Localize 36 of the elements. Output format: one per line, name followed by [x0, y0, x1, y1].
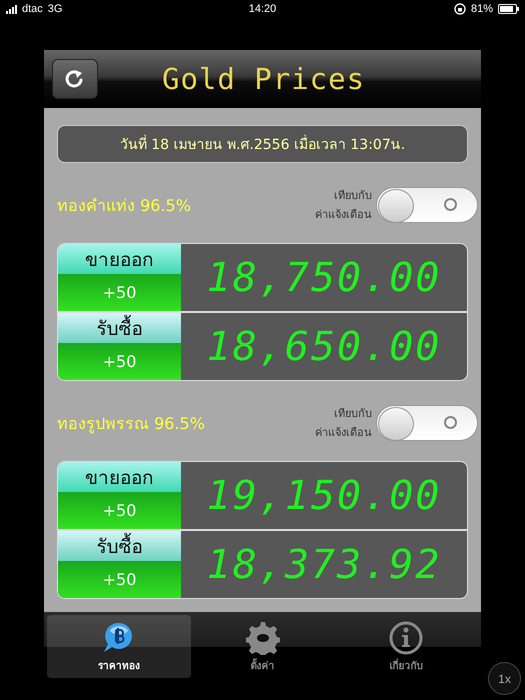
price-change: +50 [58, 343, 181, 380]
price-value: 18,750.00 [206, 254, 442, 302]
info-icon [389, 620, 424, 654]
compare-label: เทียบกับ [334, 188, 372, 204]
price-type-label: รับซื้อ [58, 531, 181, 561]
toggle-switch[interactable] [376, 187, 478, 223]
tab-item[interactable]: ตั้งค่า [190, 615, 334, 678]
price-value: 18,650.00 [206, 322, 442, 372]
app-title: Gold Prices [162, 62, 366, 96]
settings-icon [246, 620, 280, 654]
signal-icon [6, 4, 17, 14]
price-value: 19,150.00 [206, 472, 442, 520]
product-type-label: ทองรูปพรรณ 96.5% [57, 412, 206, 436]
price-type-label: ขายออก [58, 462, 181, 492]
battery-icon [498, 4, 519, 14]
price-change: +50 [58, 561, 181, 598]
battery-percent: 81% [470, 3, 493, 15]
price-value: 18,373.92 [206, 540, 442, 590]
tab-item[interactable]: ราคาทอง [47, 615, 191, 678]
carrier-name: dtac [22, 3, 43, 15]
price-type-label: ขายออก [58, 244, 181, 274]
zoom-button[interactable]: 1x [488, 662, 521, 695]
price-type-label: รับซื้อ [58, 313, 181, 343]
price-change: +50 [58, 492, 181, 529]
tab-item[interactable]: เกี่ยวกับ [334, 615, 478, 678]
compare-label: ค่าแจ้งเตือน [315, 207, 372, 223]
refresh-button[interactable] [52, 59, 98, 99]
rotation-lock-icon [454, 3, 466, 15]
compare-label: ค่าแจ้งเตือน [315, 425, 372, 441]
compare-label: เทียบกับ [334, 406, 372, 422]
network-type: 3G [48, 3, 62, 15]
product-type-label: ทองคำแท่ง 96.5% [57, 194, 192, 216]
price-change: +50 [58, 274, 181, 311]
toggle-switch[interactable] [376, 405, 478, 441]
date-time-label: วันที่ 18 เมษายน พ.ศ.2556 เมื่อเวลา 13:07น. [57, 125, 468, 163]
clock-time: 14:20 [248, 3, 276, 15]
